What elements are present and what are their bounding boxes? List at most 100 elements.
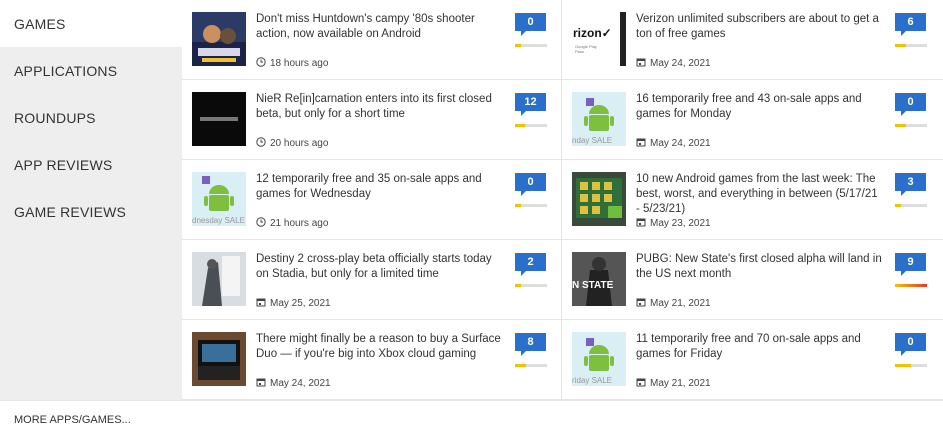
- svg-text:nday SALE: nday SALE: [572, 136, 612, 145]
- article-meta: 18 hours ago: [256, 57, 328, 70]
- clock-icon: [256, 57, 266, 70]
- article-title[interactable]: 16 temporarily free and 43 on-sale apps …: [636, 92, 884, 122]
- popularity-bar: [515, 124, 547, 127]
- article-thumbnail[interactable]: nday SALE: [572, 92, 626, 146]
- popularity-bar-fill: [895, 124, 907, 127]
- popularity-bar: [895, 364, 927, 367]
- popularity-bar: [895, 124, 927, 127]
- article-date: May 24, 2021: [650, 138, 711, 149]
- comment-count-badge[interactable]: 2: [515, 253, 546, 276]
- article-date: May 25, 2021: [270, 298, 331, 309]
- comment-count-badge[interactable]: 0: [515, 13, 546, 36]
- comment-count-badge[interactable]: 0: [515, 173, 546, 196]
- popularity-bar-fill: [515, 204, 522, 207]
- comment-count-badge[interactable]: 8: [515, 333, 546, 356]
- article-meta: May 21, 2021: [636, 377, 711, 390]
- article-meta: May 25, 2021: [256, 297, 331, 310]
- popularity-bar-fill: [515, 364, 527, 367]
- calendar-icon: [636, 377, 646, 390]
- popularity-bar: [515, 364, 547, 367]
- article-date: 18 hours ago: [270, 58, 329, 69]
- popularity-bar-fill: [895, 204, 902, 207]
- more-apps-games-link[interactable]: MORE APPS/GAMES...: [0, 400, 943, 438]
- article-card[interactable]: NieR Re[in]carnation enters into its fir…: [182, 80, 562, 160]
- popularity-bar: [895, 204, 927, 207]
- sidebar-item-game-reviews[interactable]: GAME REVIEWS: [0, 188, 182, 235]
- comment-count-badge[interactable]: 9: [895, 253, 926, 276]
- comment-count-badge[interactable]: 12: [515, 93, 546, 116]
- article-meta: May 24, 2021: [636, 57, 711, 70]
- calendar-icon: [256, 377, 266, 390]
- article-thumbnail[interactable]: rizon✓ Google Play Pass: [572, 12, 626, 66]
- calendar-icon: [636, 217, 646, 230]
- article-card[interactable]: dnesday SALE 12 temporarily free and 35 o…: [182, 160, 562, 240]
- popularity-bar-fill: [895, 364, 911, 367]
- article-date: 21 hours ago: [270, 218, 329, 229]
- article-title[interactable]: 11 temporarily free and 70 on-sale apps …: [636, 332, 884, 362]
- calendar-icon: [636, 57, 646, 70]
- article-meta: 21 hours ago: [256, 217, 328, 230]
- article-thumbnail[interactable]: [572, 172, 626, 226]
- popularity-bar-fill: [895, 44, 907, 47]
- article-title[interactable]: PUBG: New State's first closed alpha wil…: [636, 252, 884, 282]
- article-title[interactable]: NieR Re[in]carnation enters into its fir…: [256, 92, 504, 122]
- svg-text:rizon✓: rizon✓: [573, 26, 612, 40]
- comment-count-badge[interactable]: 0: [895, 333, 926, 356]
- sidebar-item-app-reviews[interactable]: APP REVIEWS: [0, 141, 182, 188]
- clock-icon: [256, 137, 266, 150]
- category-sidebar: GAMES APPLICATIONS ROUNDUPS APP REVIEWS …: [0, 0, 182, 400]
- article-card[interactable]: N STATE PUBG: New State's first closed al…: [562, 240, 943, 320]
- article-card[interactable]: riday SALE 11 temporarily free and 70 on-…: [562, 320, 943, 400]
- sidebar-item-applications[interactable]: APPLICATIONS: [0, 47, 182, 94]
- article-title[interactable]: 12 temporarily free and 35 on-sale apps …: [256, 172, 504, 202]
- popularity-bar: [515, 44, 547, 47]
- popularity-bar: [895, 44, 927, 47]
- popularity-bar: [515, 204, 547, 207]
- popularity-bar-fill: [515, 124, 525, 127]
- comment-count-badge[interactable]: 0: [895, 93, 926, 116]
- popularity-bar: [515, 284, 547, 287]
- article-title[interactable]: Don't miss Huntdown's campy '80s shooter…: [256, 12, 504, 42]
- clock-icon: [256, 217, 266, 230]
- article-date: May 24, 2021: [270, 378, 331, 389]
- article-card[interactable]: rizon✓ Google Play Pass Verizon unlimited s…: [562, 0, 943, 80]
- popularity-bar-fill: [515, 284, 522, 287]
- article-thumbnail[interactable]: N STATE: [572, 252, 626, 306]
- article-date: May 21, 2021: [650, 378, 711, 389]
- svg-text:Pass: Pass: [575, 49, 584, 54]
- article-date: May 23, 2021: [650, 218, 711, 229]
- article-meta: May 24, 2021: [256, 377, 331, 390]
- article-thumbnail[interactable]: riday SALE: [572, 332, 626, 386]
- article-thumbnail[interactable]: [192, 252, 246, 306]
- article-thumbnail[interactable]: [192, 332, 246, 386]
- sidebar-item-games[interactable]: GAMES: [0, 0, 182, 47]
- article-thumbnail[interactable]: dnesday SALE: [192, 172, 246, 226]
- article-date: May 21, 2021: [650, 298, 711, 309]
- calendar-icon: [256, 297, 266, 310]
- article-card[interactable]: nday SALE 16 temporarily free and 43 on-s…: [562, 80, 943, 160]
- sidebar-item-roundups[interactable]: ROUNDUPS: [0, 94, 182, 141]
- article-meta: May 21, 2021: [636, 297, 711, 310]
- article-title[interactable]: 10 new Android games from the last week:…: [636, 172, 884, 217]
- article-title[interactable]: There might finally be a reason to buy a…: [256, 332, 504, 362]
- article-grid: Don't miss Huntdown's campy '80s shooter…: [182, 0, 943, 400]
- svg-text:dnesday SALE: dnesday SALE: [192, 216, 245, 225]
- svg-text:N STATE: N STATE: [572, 280, 614, 291]
- article-card[interactable]: There might finally be a reason to buy a…: [182, 320, 562, 400]
- popularity-bar: [895, 284, 927, 287]
- svg-text:riday SALE: riday SALE: [572, 376, 612, 385]
- article-title[interactable]: Verizon unlimited subscribers are about …: [636, 12, 884, 42]
- calendar-icon: [636, 137, 646, 150]
- article-card[interactable]: 10 new Android games from the last week:…: [562, 160, 943, 240]
- article-card[interactable]: Don't miss Huntdown's campy '80s shooter…: [182, 0, 562, 80]
- article-thumbnail[interactable]: [192, 12, 246, 66]
- comment-count-badge[interactable]: 3: [895, 173, 926, 196]
- article-date: 20 hours ago: [270, 138, 329, 149]
- article-thumbnail[interactable]: [192, 92, 246, 146]
- article-meta: May 23, 2021: [636, 217, 711, 230]
- article-meta: May 24, 2021: [636, 137, 711, 150]
- article-title[interactable]: Destiny 2 cross-play beta officially sta…: [256, 252, 504, 282]
- article-date: May 24, 2021: [650, 58, 711, 69]
- comment-count-badge[interactable]: 6: [895, 13, 926, 36]
- article-card[interactable]: Destiny 2 cross-play beta officially sta…: [182, 240, 562, 320]
